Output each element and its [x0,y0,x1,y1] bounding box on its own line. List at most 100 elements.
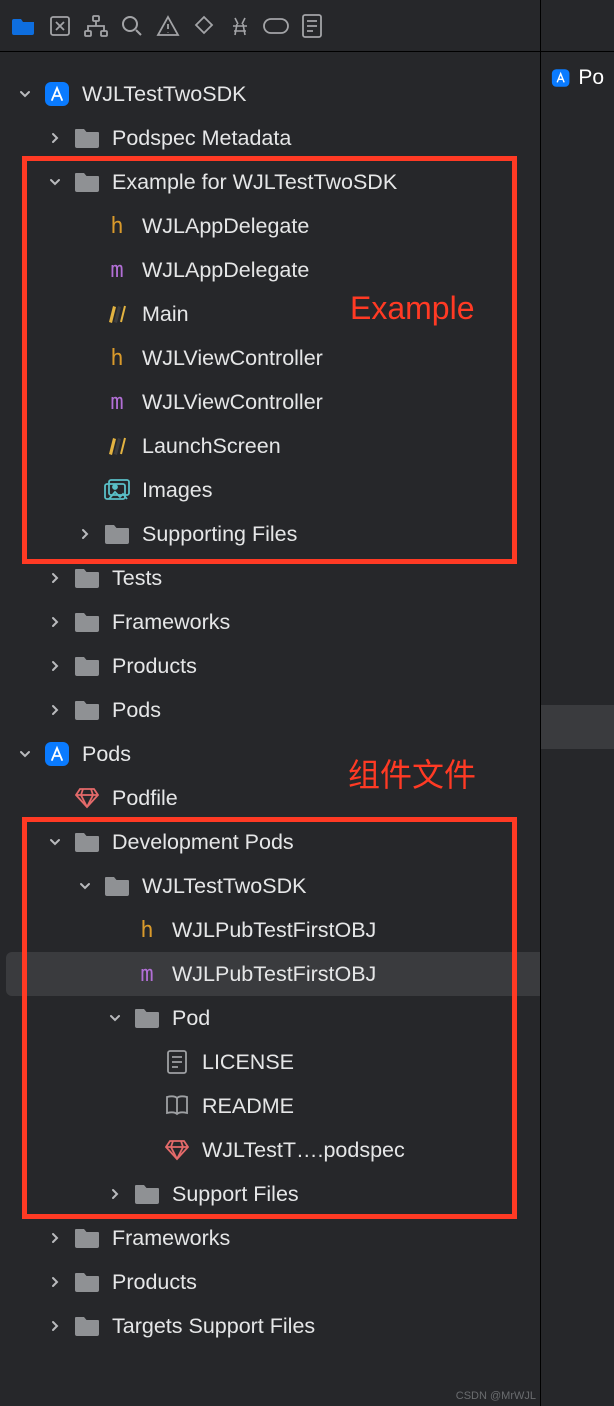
tree-row-label: Images [142,478,598,503]
source-control-icon[interactable] [46,12,74,40]
chevron-right-icon[interactable] [106,1185,124,1203]
tree-row[interactable]: Pods [0,688,614,732]
tree-row[interactable]: Frameworks [0,1216,614,1260]
storyboard-icon [102,434,132,458]
chevron-right-icon[interactable] [46,129,64,147]
tree-row-label: Main [142,302,598,327]
tree-row[interactable]: Main [0,292,614,336]
tree-row[interactable]: Podfile [0,776,614,820]
folder-icon [72,1227,102,1249]
tree-row[interactable]: Development Pods [0,820,614,864]
tree-row[interactable]: Podspec MetadataM [0,116,614,160]
chevron-down-icon[interactable] [16,85,34,103]
tree-row[interactable]: hWJLAppDelegate [0,204,614,248]
tree-row[interactable]: WJLTestTwoSDK [0,864,614,908]
disclosure-spacer [76,393,94,411]
disclosure-spacer [106,921,124,939]
chevron-down-icon[interactable] [106,1009,124,1027]
tree-row-label: WJLViewController [142,346,598,371]
disclosure-spacer [46,789,64,807]
tree-row-label: Pod [172,1006,598,1031]
tree-row-label: Pods [112,698,598,723]
disclosure-spacer [136,1097,154,1115]
chevron-right-icon[interactable] [46,657,64,675]
tree-row[interactable]: Tests [0,556,614,600]
chevron-right-icon[interactable] [46,701,64,719]
tree-row[interactable]: Products [0,1260,614,1304]
report-nav-icon[interactable] [298,12,326,40]
chevron-down-icon[interactable] [46,833,64,851]
tree-row[interactable]: README [0,1084,614,1128]
chevron-right-icon[interactable] [46,613,64,631]
disclosure-spacer [76,261,94,279]
test-nav-icon[interactable] [190,12,218,40]
assets-icon [102,479,132,501]
tree-row[interactable]: Support Files [0,1172,614,1216]
disclosure-spacer [106,965,124,983]
search-icon[interactable] [118,12,146,40]
app-icon [42,741,72,767]
chevron-down-icon[interactable] [46,173,64,191]
folder-icon [72,171,102,193]
h-icon: h [132,918,162,943]
tree-row-label: WJLPubTestFirstOBJ [172,962,598,987]
disclosure-spacer [76,349,94,367]
issue-nav-icon[interactable] [154,12,182,40]
tree-row[interactable]: Images [0,468,614,512]
disclosure-spacer [136,1141,154,1159]
chevron-right-icon[interactable] [46,1229,64,1247]
readme-icon [162,1095,192,1117]
chevron-right-icon[interactable] [46,569,64,587]
tree-row[interactable]: WJLTestTwoSDK [0,72,614,116]
text-icon [162,1050,192,1074]
watermark: CSDN @MrWJL [456,1390,536,1402]
tree-row[interactable]: LaunchScreen [0,424,614,468]
folder-icon [72,699,102,721]
chevron-down-icon[interactable] [76,877,94,895]
tree-row-label: Frameworks [112,1226,598,1251]
chevron-right-icon[interactable] [46,1317,64,1335]
tree-row[interactable]: Targets Support Files [0,1304,614,1348]
chevron-right-icon[interactable] [46,1273,64,1291]
tree-row[interactable]: hWJLViewController [0,336,614,380]
tree-row[interactable]: hWJLPubTestFirstOBJ [0,908,614,952]
navigator-toolbar [0,0,614,52]
folder-icon [72,611,102,633]
tree-row[interactable]: Supporting Files [0,512,614,556]
tree-row[interactable]: m WJLPubTestFirstOBJ [6,952,608,996]
tree-row[interactable]: Products [0,644,614,688]
tree-row-label: Targets Support Files [112,1314,598,1339]
tree-row[interactable]: Pods [0,732,614,776]
debug-nav-icon[interactable] [226,12,254,40]
tree-row-label: Supporting Files [142,522,598,547]
tree-row-label: WJLViewController [142,390,598,415]
tree-row[interactable]: LICENSE [0,1040,614,1084]
tree-row[interactable]: mWJLViewController [0,380,614,424]
tree-row[interactable]: mWJLAppDelegate [0,248,614,292]
h-icon: h [102,214,132,239]
breakpoint-nav-icon[interactable] [262,12,290,40]
tree-row-label: Support Files [172,1182,598,1207]
editor-tab[interactable]: Po [541,52,614,104]
folder-icon [72,1315,102,1337]
m-icon: m [132,962,162,987]
folder-icon [72,127,102,149]
tree-row[interactable]: Example for WJLTestTwoSDK [0,160,614,204]
folder-icon [132,1007,162,1029]
tree-row[interactable]: Pod [0,996,614,1040]
tree-row-label: Development Pods [112,830,598,855]
symbol-nav-icon[interactable] [82,12,110,40]
folder-nav-icon[interactable] [10,12,38,40]
tree-row[interactable]: WJLTestT….podspecM [0,1128,614,1172]
disclosure-spacer [76,437,94,455]
tree-row-label: Frameworks [112,610,598,635]
tree-row[interactable]: Frameworks [0,600,614,644]
project-navigator-tree[interactable]: WJLTestTwoSDKPodspec MetadataMExample fo… [0,52,614,1352]
tree-row-label: Podfile [112,786,598,811]
folder-icon [72,655,102,677]
editor-tab-bar [541,0,614,52]
chevron-down-icon[interactable] [16,745,34,763]
folder-icon [102,523,132,545]
chevron-right-icon[interactable] [76,525,94,543]
storyboard-icon [102,302,132,326]
